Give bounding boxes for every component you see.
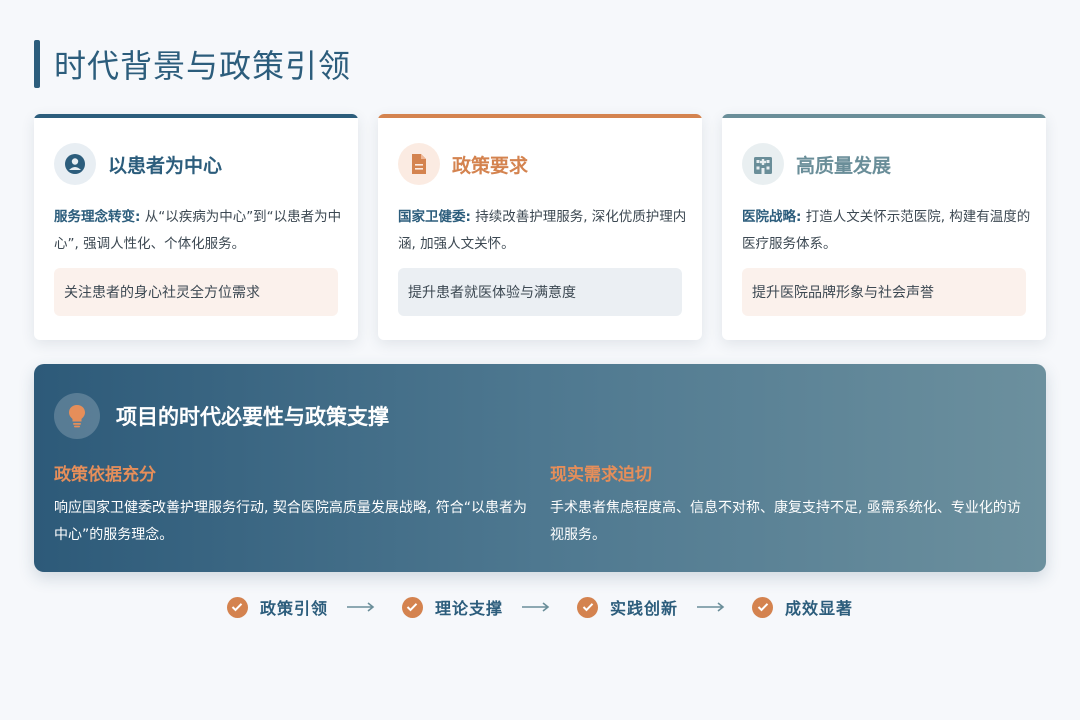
check-icon	[577, 596, 598, 618]
card-title: 高质量发展	[796, 154, 892, 177]
flow-step: 政策引领	[226, 595, 328, 619]
title-accent-bar	[34, 40, 40, 88]
hospital-icon	[742, 143, 784, 185]
flow-step: 实践创新	[577, 595, 678, 619]
card-body: 服务理念转变: 从“以疾病为中心”到“以患者为中心”, 强调人性化、个体化服务。	[54, 204, 344, 258]
flow-step-label: 实践创新	[610, 599, 679, 618]
card-patient-centered: 以患者为中心 服务理念转变: 从“以疾病为中心”到“以患者为中心”, 强调人性化…	[34, 114, 358, 340]
page-title: 时代背景与政策引领	[34, 40, 351, 88]
card-lead: 医院战略:	[742, 209, 802, 225]
card-title: 以患者为中心	[108, 154, 223, 177]
arrow-right-icon	[697, 602, 725, 612]
flow-step: 成效显著	[752, 595, 853, 619]
check-icon	[752, 596, 774, 618]
card-accent-line	[34, 114, 358, 118]
flow-step-label: 成效显著	[785, 599, 854, 618]
card-body: 国家卫健委: 持续改善护理服务, 深化优质护理内涵, 加强人文关怀。	[398, 204, 688, 258]
card-accent-line	[378, 114, 702, 118]
banner-subtitle: 政策依据充分	[54, 465, 156, 485]
card-title: 政策要求	[452, 154, 529, 177]
arrow-right-icon	[522, 602, 550, 612]
arrow-right-icon	[346, 602, 375, 612]
document-icon	[398, 143, 440, 185]
banner-real-demand: 现实需求迫切 手术患者焦虑程度高、信息不对称、康复支持不足, 亟需系统化、专业化…	[550, 460, 1034, 549]
card-lead: 服务理念转变:	[54, 209, 141, 225]
banner-header: 项目的时代必要性与政策支撑	[54, 388, 389, 444]
banner-text: 手术患者焦虑程度高、信息不对称、康复支持不足, 亟需系统化、专业化的访视服务。	[550, 500, 1021, 543]
check-icon	[226, 596, 248, 618]
banner-title: 项目的时代必要性与政策支撑	[116, 404, 389, 429]
lightbulb-icon	[54, 393, 100, 439]
card-policy: 政策要求 国家卫健委: 持续改善护理服务, 深化优质护理内涵, 加强人文关怀。 …	[378, 114, 702, 340]
check-icon	[401, 596, 423, 618]
card-accent-line	[722, 114, 1046, 118]
card-high-quality: 高质量发展 医院战略: 打造人文关怀示范医院, 构建有温度的医疗服务体系。 提升…	[722, 114, 1046, 340]
banner-text: 响应国家卫健委改善护理服务行动, 契合医院高质量发展战略, 符合“以患者为中心”…	[54, 500, 528, 543]
process-flow: 政策引领 理论支撑 实践创新 成效显著	[0, 592, 1080, 622]
card-header: 政策要求	[398, 140, 528, 188]
flow-step: 理论支撑	[401, 595, 503, 619]
banner-policy-basis: 政策依据充分 响应国家卫健委改善护理服务行动, 契合医院高质量发展战略, 符合“…	[54, 460, 538, 549]
card-header: 以患者为中心	[54, 140, 222, 188]
card-body: 医院战略: 打造人文关怀示范医院, 构建有温度的医疗服务体系。	[742, 204, 1032, 258]
user-circle-icon	[54, 143, 96, 185]
feature-cards: 以患者为中心 服务理念转变: 从“以疾病为中心”到“以患者为中心”, 强调人性化…	[34, 114, 1046, 340]
card-tag: 关注患者的身心社灵全方位需求	[54, 268, 338, 316]
flow-step-label: 政策引领	[259, 599, 328, 618]
card-tag: 提升医院品牌形象与社会声誉	[742, 268, 1026, 316]
card-header: 高质量发展	[742, 140, 891, 188]
card-lead: 国家卫健委:	[398, 209, 471, 225]
page-title-text: 时代背景与政策引领	[54, 47, 352, 85]
necessity-banner: 项目的时代必要性与政策支撑 政策依据充分 响应国家卫健委改善护理服务行动, 契合…	[34, 364, 1046, 572]
banner-subtitle: 现实需求迫切	[550, 465, 652, 485]
flow-step-label: 理论支撑	[434, 599, 503, 618]
card-tag: 提升患者就医体验与满意度	[398, 268, 682, 316]
